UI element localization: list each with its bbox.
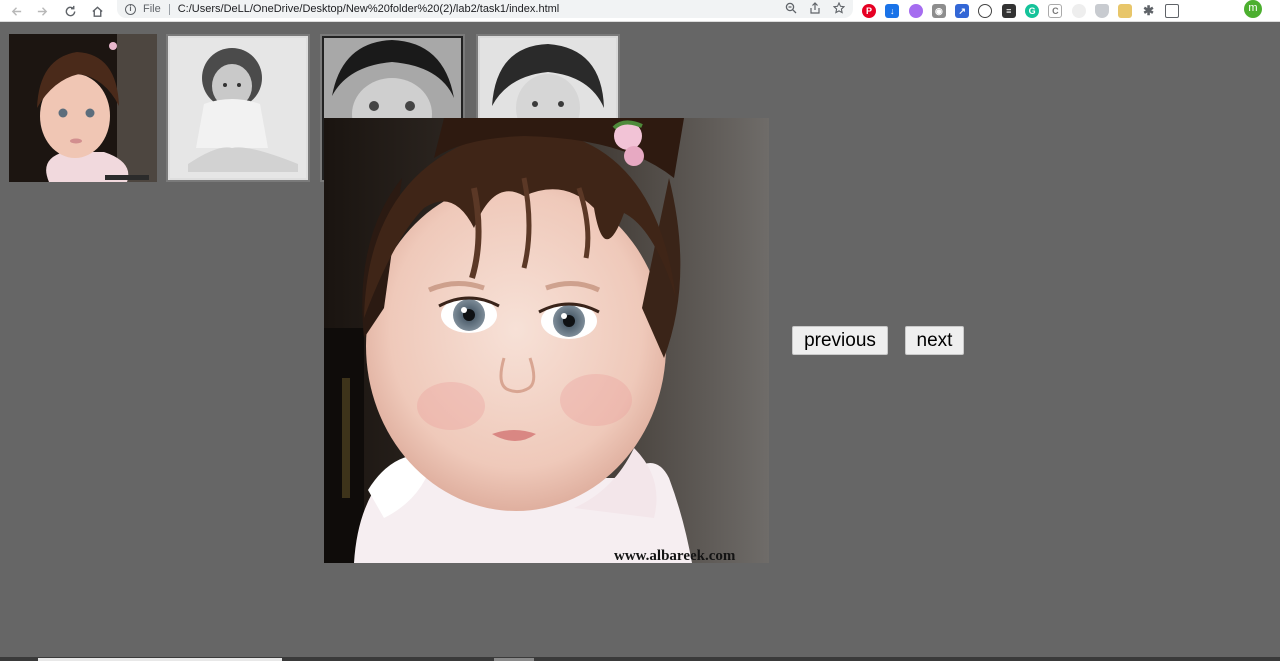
address-divider bbox=[168, 3, 170, 15]
bookmark-star-icon[interactable] bbox=[832, 1, 846, 17]
watermark-text: www.albareek.com bbox=[614, 548, 736, 563]
main-photo: www.albareek.com bbox=[324, 118, 769, 563]
download-extension-icon[interactable]: ↓ bbox=[885, 4, 900, 18]
puzzle-extensions-icon[interactable]: ✱ bbox=[1142, 3, 1156, 18]
scheme-label: File bbox=[143, 3, 161, 15]
address-bar[interactable]: i File C:/Users/DeLL/OneDrive/Desktop/Ne… bbox=[117, 0, 853, 18]
ci-extension-icon[interactable]: C bbox=[1048, 4, 1063, 18]
browser-toolbar: i File C:/Users/DeLL/OneDrive/Desktop/Ne… bbox=[0, 0, 1280, 22]
url-text[interactable]: C:/Users/DeLL/OneDrive/Desktop/New%20fol… bbox=[178, 3, 560, 15]
baby-photo-icon bbox=[168, 36, 308, 180]
reader-extension-icon[interactable]: ≡ bbox=[1001, 4, 1016, 18]
timer-extension-icon[interactable] bbox=[978, 4, 993, 18]
baby-portrait-icon: www.albareek.com bbox=[324, 118, 769, 563]
blue-link-extension-icon[interactable]: ↗ bbox=[955, 4, 970, 18]
thumbnail-baby-color[interactable] bbox=[9, 34, 157, 182]
camera-extension-icon[interactable]: ◉ bbox=[931, 4, 946, 18]
light-extension-icon[interactable] bbox=[1071, 4, 1086, 18]
pinterest-extension-icon[interactable]: P bbox=[862, 4, 876, 18]
purple-extension-icon[interactable] bbox=[908, 4, 923, 18]
thumbnail-baby-sitting[interactable] bbox=[166, 34, 310, 182]
zoom-icon[interactable] bbox=[785, 2, 797, 17]
reload-icon[interactable] bbox=[57, 0, 83, 22]
forward-arrow-icon[interactable] bbox=[29, 0, 55, 22]
home-icon[interactable] bbox=[84, 0, 110, 22]
share-icon[interactable] bbox=[809, 1, 821, 17]
baby-photo-icon bbox=[9, 34, 157, 182]
address-actions bbox=[785, 0, 846, 18]
side-panel-icon[interactable] bbox=[1164, 4, 1179, 18]
back-arrow-icon[interactable] bbox=[3, 0, 29, 22]
shield-extension-icon[interactable] bbox=[1094, 4, 1109, 18]
next-button[interactable]: next bbox=[905, 326, 964, 355]
profile-avatar[interactable]: m bbox=[1244, 0, 1262, 18]
grammarly-extension-icon[interactable]: G bbox=[1025, 4, 1040, 18]
info-icon[interactable]: i bbox=[125, 3, 136, 15]
extensions-bar: P ↓ ◉ ↗ ≡ G C ✱ bbox=[862, 0, 1188, 22]
previous-button[interactable]: previous bbox=[792, 326, 888, 355]
document-extension-icon[interactable] bbox=[1118, 4, 1133, 18]
bottom-strip bbox=[0, 657, 1280, 661]
